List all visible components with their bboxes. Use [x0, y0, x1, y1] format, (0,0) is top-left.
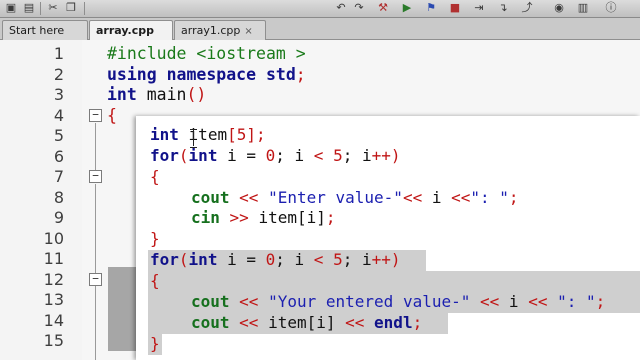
line-number: 7 — [53, 167, 64, 186]
info-icon[interactable]: ⓘ — [604, 2, 618, 14]
line-number: 1 — [53, 44, 64, 63]
fold-toggle-icon[interactable]: − — [89, 273, 102, 286]
tab-array-cpp[interactable]: array.cpp× — [89, 20, 173, 56]
toolbar-separator — [84, 2, 85, 15]
line-number-gutter: 1 2 3 4 5 6 7 8 9 10 11 12 13 14 15 — [0, 40, 82, 360]
line-number: 11 — [43, 249, 64, 268]
tab-label: array1.cpp — [181, 24, 241, 37]
step-out-icon[interactable]: ⤴ — [520, 2, 534, 14]
print-icon[interactable]: ▤ — [22, 2, 36, 14]
cut-icon[interactable]: ✂ — [46, 2, 60, 14]
tab-array1-cpp[interactable]: array1.cpp × — [174, 20, 266, 40]
code-line-2: using namespace std; — [107, 64, 306, 84]
line-number: 6 — [53, 146, 64, 166]
code-line-3: int main() — [107, 85, 207, 104]
line-number: 2 — [53, 64, 64, 84]
selection-highlight — [148, 271, 640, 292]
build-icon[interactable]: ⚒ — [376, 2, 390, 14]
line-number: 3 — [53, 85, 64, 104]
selection-highlight — [108, 267, 138, 351]
run-icon[interactable]: ▶ — [400, 2, 414, 14]
code-line-8: cout << "Enter value-"<< i <<": "; — [191, 187, 519, 207]
line-number: 8 — [53, 187, 64, 207]
line-number: 4 — [53, 105, 64, 125]
line-number: 15 — [43, 331, 64, 350]
code-line-15: } — [150, 334, 160, 353]
toolbar-separator — [40, 2, 41, 15]
line-number: 10 — [43, 228, 64, 248]
save-icon[interactable]: ▣ — [4, 2, 18, 14]
stop-icon[interactable]: ■ — [448, 2, 462, 14]
fold-guide — [95, 123, 96, 175]
code-line-4: { — [107, 105, 117, 125]
code-line-14: cout << item[i] << endl; — [191, 313, 423, 332]
tab-start-here[interactable]: Start here — [2, 20, 88, 40]
text-cursor-icon — [190, 129, 197, 148]
copy-icon[interactable]: ❐ — [64, 2, 78, 14]
step-icon[interactable]: ↴ — [496, 2, 510, 14]
code-line-12: { — [150, 271, 160, 290]
zoomed-code-view: int item[5]; for(int i = 0; i < 5; i++) … — [136, 116, 640, 360]
line-number: 9 — [53, 208, 64, 227]
code-line-5: int item[5]; — [150, 125, 266, 144]
code-line-11: for(int i = 0; i < 5; i++) — [150, 250, 401, 269]
line-number: 13 — [43, 290, 64, 309]
window-icon[interactable]: ▥ — [576, 2, 590, 14]
undo-icon[interactable]: ↶ — [334, 2, 348, 14]
line-number: 14 — [43, 310, 64, 330]
tab-label: Start here — [9, 24, 65, 37]
toolbar: ▣ ▤ ✂ ❐ ↶ ↷ ⚒ ▶ ⚑ ■ ⇥ ↴ ⤴ ◉ ▥ ⓘ — [0, 0, 640, 18]
code-line-10: } — [150, 229, 160, 248]
fold-toggle-icon[interactable]: − — [89, 109, 102, 122]
next-icon[interactable]: ⇥ — [472, 2, 486, 14]
code-line-13: cout << "Your entered value-" << i << ":… — [191, 292, 606, 311]
fold-guide — [95, 184, 96, 304]
redo-icon[interactable]: ↷ — [352, 2, 366, 14]
watch-icon[interactable]: ◉ — [552, 2, 566, 14]
fold-guide — [95, 287, 96, 360]
tab-label: array.cpp — [96, 24, 154, 37]
code-line-9: cin >> item[i]; — [191, 208, 336, 227]
line-number: 12 — [43, 269, 64, 289]
code-line-7: { — [150, 167, 160, 186]
code-line-6: for(int i = 0; i < 5; i++) — [150, 146, 401, 165]
code-line-1: #include <iostream > — [107, 44, 306, 63]
close-icon[interactable]: × — [244, 22, 252, 41]
line-number: 5 — [53, 126, 64, 145]
editor-tab-bar: Start here array.cpp× array1.cpp× — [0, 18, 640, 56]
fold-toggle-icon[interactable]: − — [89, 170, 102, 183]
debug-icon[interactable]: ⚑ — [424, 2, 438, 14]
